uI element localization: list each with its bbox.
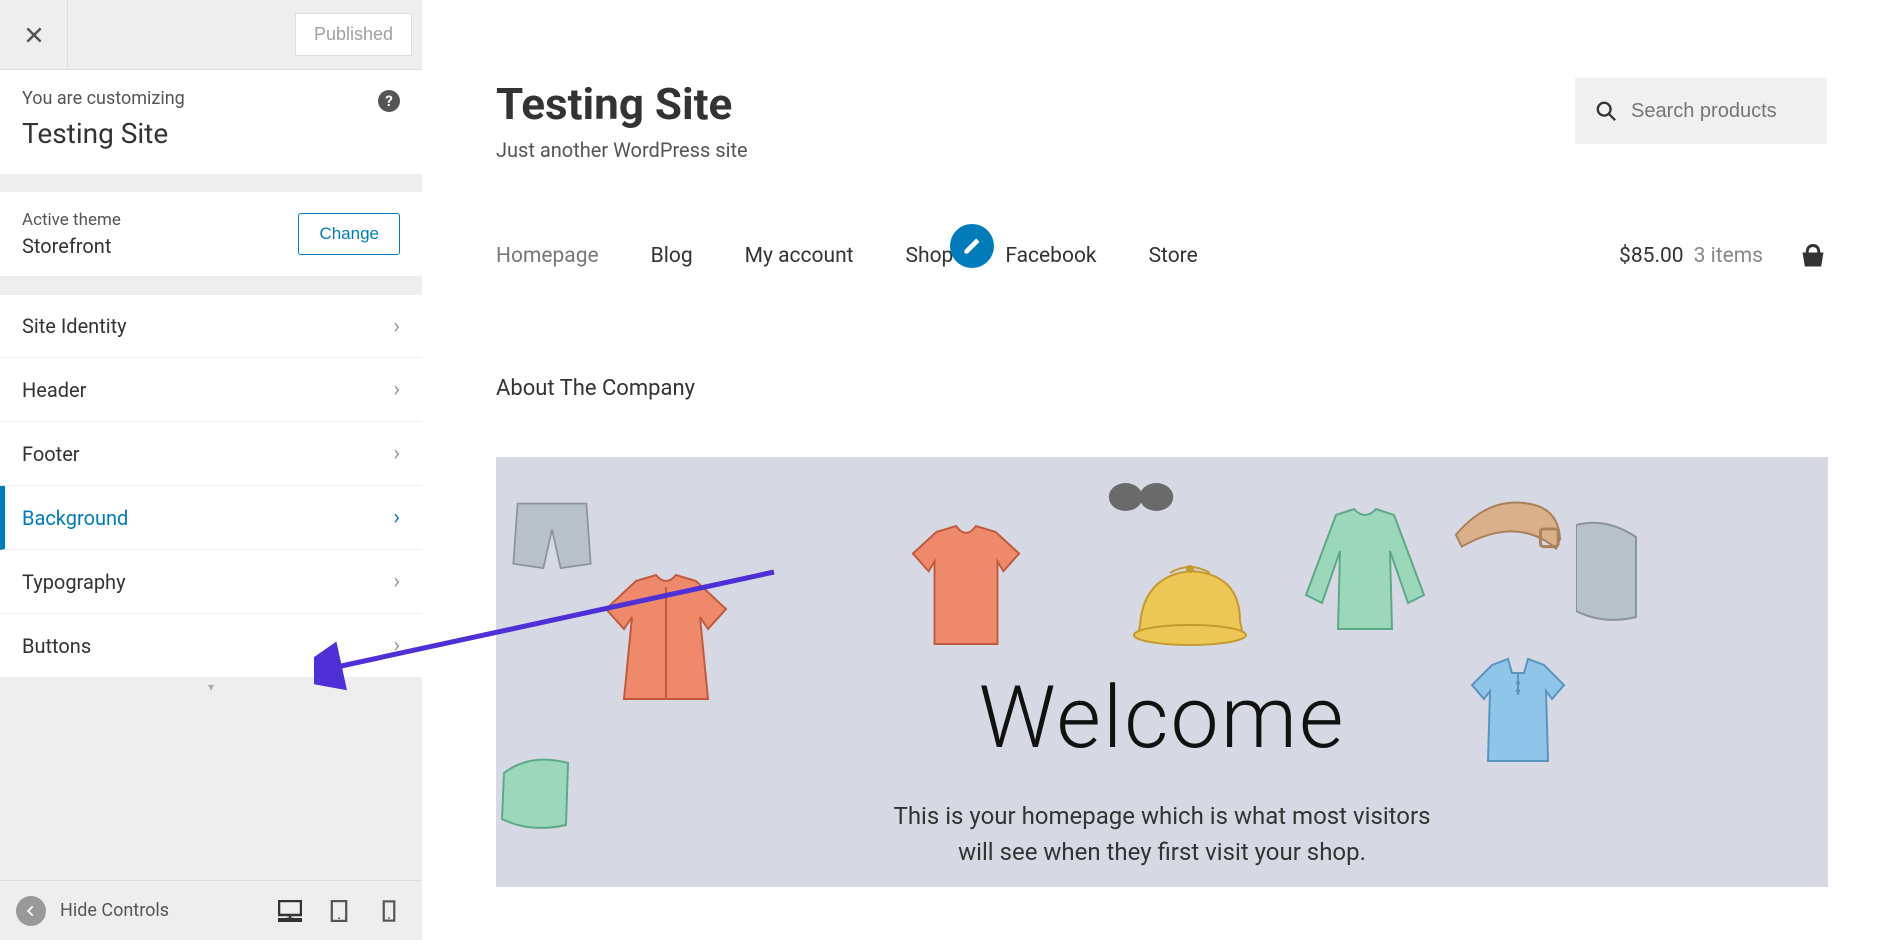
chevron-right-icon: › xyxy=(393,569,400,594)
hide-controls-label[interactable]: Hide Controls xyxy=(60,900,278,921)
nav-facebook[interactable]: Facebook xyxy=(1005,244,1096,268)
doodle-green-garment xyxy=(500,753,570,831)
active-theme-label: Active theme xyxy=(22,210,121,230)
customizer-topbar: Published xyxy=(0,0,422,70)
customizing-label: You are customizing xyxy=(22,88,400,109)
doodle-longsleeve xyxy=(1300,505,1430,635)
about-heading: About The Company xyxy=(496,376,1827,401)
customizing-site-name: Testing Site xyxy=(22,117,400,150)
customizer-sections: Site Identity › Header › Footer › Backgr… xyxy=(0,294,422,678)
doodle-cap xyxy=(1130,557,1250,657)
change-theme-button[interactable]: Change xyxy=(298,213,400,255)
doodle-shorts xyxy=(506,495,598,581)
chevron-right-icon: › xyxy=(393,633,400,658)
search-icon xyxy=(1595,100,1617,122)
publish-area: Published xyxy=(68,13,422,56)
chevron-right-icon: › xyxy=(393,377,400,402)
section-label: Header xyxy=(22,378,86,402)
hero-banner: Welcome This is your homepage which is w… xyxy=(496,457,1828,887)
device-tablet-button[interactable] xyxy=(330,900,354,922)
edit-shortcut-button[interactable] xyxy=(950,224,994,268)
device-switcher xyxy=(278,900,406,922)
section-label: Background xyxy=(22,506,128,530)
search-box[interactable] xyxy=(1575,78,1827,144)
nav-shop[interactable]: Shop xyxy=(906,244,954,268)
nav-homepage[interactable]: Homepage xyxy=(496,244,599,268)
section-label: Buttons xyxy=(22,634,91,658)
customizer-footer: Hide Controls xyxy=(0,880,422,940)
help-icon[interactable]: ? xyxy=(378,90,400,112)
cart-items-count: 3 items xyxy=(1694,244,1763,268)
preview-inner: Testing Site Just another WordPress site… xyxy=(422,0,1885,887)
desktop-icon xyxy=(278,900,302,920)
site-tagline: Just another WordPress site xyxy=(496,138,748,162)
published-button[interactable]: Published xyxy=(295,13,412,56)
section-site-identity[interactable]: Site Identity › xyxy=(0,294,422,358)
section-label: Site Identity xyxy=(22,314,127,338)
doodle-tshirt xyxy=(907,521,1025,651)
close-customizer-button[interactable] xyxy=(0,0,68,70)
hero-subtitle-2: will see when they first visit your shop… xyxy=(496,838,1828,866)
section-background[interactable]: Background › xyxy=(0,486,422,550)
doodle-sunglasses xyxy=(1106,469,1176,525)
search-input[interactable] xyxy=(1631,100,1807,123)
chevron-right-icon: › xyxy=(393,441,400,466)
nav-myaccount[interactable]: My account xyxy=(745,244,854,268)
section-typography[interactable]: Typography › xyxy=(0,550,422,614)
site-branding: Testing Site Just another WordPress site xyxy=(496,78,748,162)
site-title[interactable]: Testing Site xyxy=(496,78,748,130)
device-mobile-button[interactable] xyxy=(382,900,406,922)
hero-subtitle-1: This is your homepage which is what most… xyxy=(496,802,1828,830)
section-buttons[interactable]: Buttons › xyxy=(0,614,422,678)
active-theme-block: Active theme Storefront Change xyxy=(0,192,422,276)
active-theme-name: Storefront xyxy=(22,234,121,258)
tablet-icon xyxy=(330,900,348,922)
pencil-icon xyxy=(962,236,982,256)
basket-icon xyxy=(1799,242,1827,270)
customizer-panel: Published You are customizing Testing Si… xyxy=(0,0,422,940)
mobile-icon xyxy=(382,900,396,922)
cart-total: $85.00 xyxy=(1619,244,1684,268)
close-icon xyxy=(24,25,44,45)
customizer-scroll[interactable]: Published You are customizing Testing Si… xyxy=(0,0,422,900)
device-desktop-button[interactable] xyxy=(278,900,302,922)
nav-blog[interactable]: Blog xyxy=(651,244,693,268)
section-label: Footer xyxy=(22,442,80,466)
sections-caret: ▾ xyxy=(0,678,422,696)
chevron-right-icon: › xyxy=(393,314,400,339)
chevron-right-icon: › xyxy=(393,505,400,530)
active-theme-info: Active theme Storefront xyxy=(22,210,121,258)
preview-pane: Testing Site Just another WordPress site… xyxy=(422,0,1885,940)
collapse-button[interactable] xyxy=(16,896,46,926)
section-header[interactable]: Header › xyxy=(0,358,422,422)
doodle-jacket xyxy=(596,573,736,705)
site-header-row: Testing Site Just another WordPress site xyxy=(496,78,1827,162)
section-footer[interactable]: Footer › xyxy=(0,422,422,486)
doodle-polo xyxy=(1468,655,1568,767)
section-label: Typography xyxy=(22,570,126,594)
chevron-left-icon xyxy=(24,904,38,918)
customizer-header: You are customizing Testing Site ? xyxy=(0,70,422,174)
doodle-grey-garment xyxy=(1576,517,1638,627)
nav-store[interactable]: Store xyxy=(1149,244,1198,268)
doodle-belt xyxy=(1448,489,1566,559)
cart-link[interactable]: $85.00 3 items xyxy=(1619,242,1827,270)
nav-row: Homepage Blog My account Shop Facebook S… xyxy=(496,242,1827,270)
